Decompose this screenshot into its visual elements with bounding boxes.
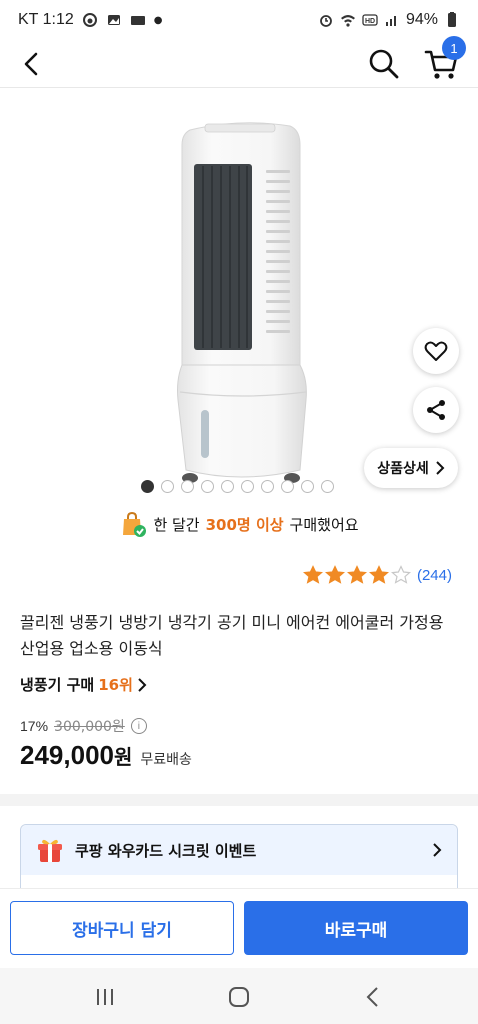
product-title: 끌리젠 냉풍기 냉방기 냉각기 공기 미니 에어컨 에어쿨러 가정용 산업용 업… bbox=[20, 613, 444, 658]
search-icon bbox=[369, 49, 399, 79]
star-rating bbox=[302, 565, 411, 585]
category-label: 냉풍기 구매 bbox=[20, 676, 95, 694]
system-navigation-bar bbox=[0, 968, 478, 1024]
info-icon[interactable]: i bbox=[130, 718, 147, 734]
share-button[interactable] bbox=[413, 387, 459, 433]
gallery-indicator bbox=[141, 480, 334, 493]
wifi-icon bbox=[340, 15, 355, 27]
store-notification-icon bbox=[130, 16, 145, 25]
gallery-notification-icon bbox=[107, 15, 120, 25]
signal-icon bbox=[385, 16, 396, 26]
star-filled-icon bbox=[368, 565, 389, 584]
star-filled-icon bbox=[302, 565, 323, 584]
share-icon bbox=[427, 400, 445, 420]
gallery-dot[interactable] bbox=[301, 480, 314, 493]
battery-icon bbox=[448, 12, 456, 27]
battery-percent: 94% bbox=[405, 11, 438, 28]
sales-suffix: 구매했어요 bbox=[289, 515, 359, 534]
price-block: 17% 300,000원 i 249,000원 무료배송 bbox=[20, 716, 192, 771]
back-arrow-icon bbox=[24, 52, 38, 76]
system-back-button[interactable] bbox=[358, 982, 388, 1012]
section-divider bbox=[0, 794, 478, 806]
currency-unit: 원 bbox=[113, 745, 133, 769]
app-notification-icon bbox=[82, 13, 97, 27]
shipping-info: 무료배송 bbox=[140, 752, 192, 768]
gift-icon bbox=[38, 839, 62, 862]
bottom-action-bar: 장바구니 담기 바로구매 bbox=[0, 888, 478, 968]
more-notifications-icon: ● bbox=[153, 14, 163, 26]
rating[interactable]: (244) bbox=[302, 565, 452, 585]
review-count[interactable]: (244) bbox=[417, 567, 452, 584]
star-filled-icon bbox=[346, 565, 367, 584]
carrier-time: KT 1:12 bbox=[18, 11, 74, 28]
chevron-right-icon bbox=[433, 843, 442, 857]
recent-apps-icon bbox=[97, 989, 113, 1005]
sale-price: 249,000원 bbox=[20, 740, 132, 771]
star-empty-icon bbox=[390, 565, 411, 584]
top-navigation: 1 bbox=[0, 36, 478, 88]
cart-button[interactable]: 1 bbox=[422, 36, 466, 84]
status-bar: KT 1:12 ● HD 94% bbox=[0, 0, 478, 40]
discount-rate: 17% bbox=[20, 718, 49, 734]
svg-text:HD: HD bbox=[365, 18, 375, 25]
sale-price-value: 249,000 bbox=[20, 740, 114, 770]
product-detail-label: 상품상세 bbox=[377, 461, 429, 477]
recent-apps-button[interactable] bbox=[90, 982, 120, 1012]
gallery-dot[interactable] bbox=[261, 480, 274, 493]
product-image[interactable] bbox=[0, 100, 478, 500]
sales-highlight: 300명 이상 bbox=[205, 515, 284, 534]
buy-now-button[interactable]: 바로구매 bbox=[244, 901, 468, 955]
star-filled-icon bbox=[324, 565, 345, 584]
gallery-dot[interactable] bbox=[281, 480, 294, 493]
event-label: 쿠팡 와우카드 시크릿 이벤트 bbox=[75, 841, 257, 860]
hd-voice-icon: HD bbox=[362, 14, 378, 26]
home-button[interactable] bbox=[224, 982, 254, 1012]
chevron-right-icon bbox=[138, 677, 147, 692]
back-icon bbox=[366, 987, 378, 1007]
gallery-dot[interactable] bbox=[321, 480, 334, 493]
sales-prefix: 한 달간 bbox=[153, 515, 200, 534]
gallery-dot[interactable] bbox=[141, 480, 154, 493]
alarm-icon bbox=[320, 15, 332, 27]
shopping-bag-check-icon bbox=[123, 511, 147, 537]
back-button[interactable] bbox=[14, 46, 50, 82]
gallery-dot[interactable] bbox=[161, 480, 174, 493]
air-cooler-image bbox=[177, 122, 307, 483]
wishlist-button[interactable] bbox=[413, 328, 459, 374]
search-button[interactable] bbox=[364, 44, 404, 84]
gallery-dot[interactable] bbox=[221, 480, 234, 493]
home-icon bbox=[229, 987, 249, 1007]
gallery-dot[interactable] bbox=[181, 480, 194, 493]
product-detail-button[interactable]: 상품상세 bbox=[364, 448, 458, 488]
rank-value: 16위 bbox=[98, 676, 133, 694]
sales-info: 한 달간 300명 이상 구매했어요 bbox=[0, 510, 478, 538]
chevron-right-icon bbox=[436, 461, 445, 475]
cart-count-badge: 1 bbox=[442, 36, 466, 60]
add-to-cart-button[interactable]: 장바구니 담기 bbox=[10, 901, 234, 955]
original-price: 300,000원 bbox=[54, 719, 125, 735]
gallery-dot[interactable] bbox=[201, 480, 214, 493]
category-rank[interactable]: 냉풍기 구매 16위 bbox=[20, 674, 147, 695]
gallery-dot[interactable] bbox=[241, 480, 254, 493]
heart-icon bbox=[424, 341, 448, 361]
event-header[interactable]: 쿠팡 와우카드 시크릿 이벤트 bbox=[21, 825, 457, 875]
